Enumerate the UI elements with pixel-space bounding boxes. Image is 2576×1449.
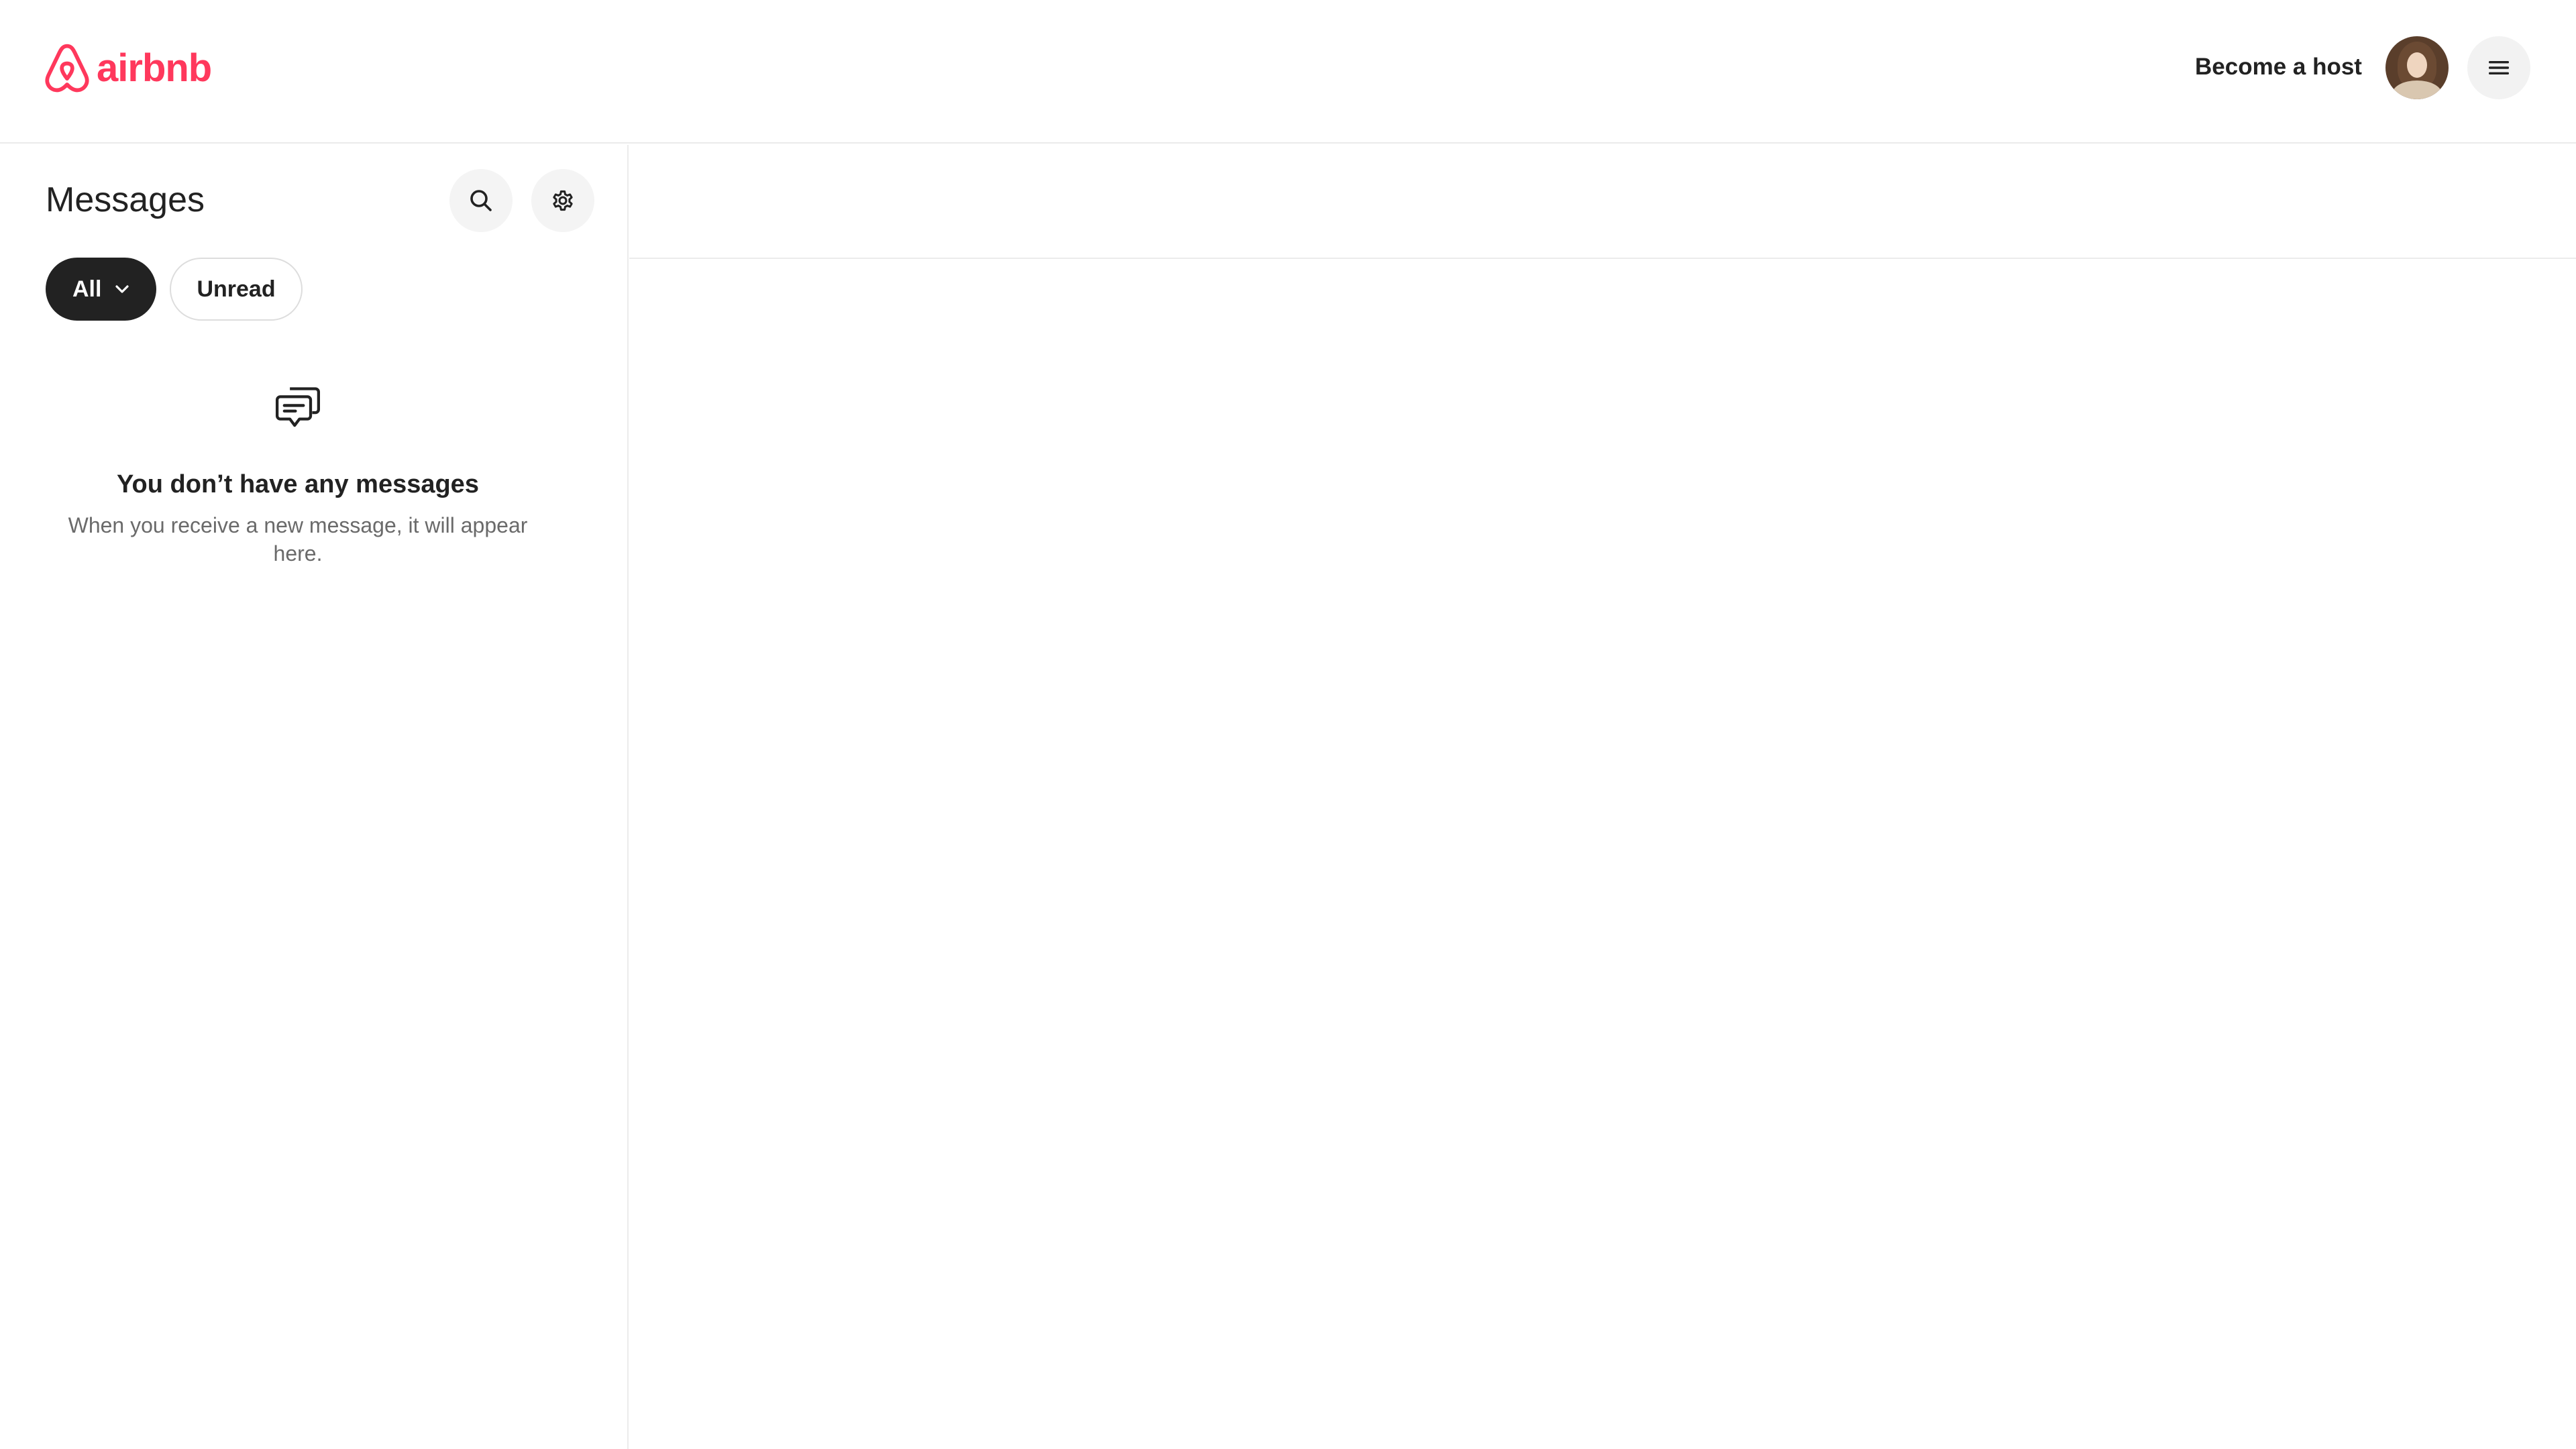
logo-wordmark: airbnb bbox=[97, 46, 212, 90]
messages-sidebar bbox=[0, 145, 629, 1449]
search-icon bbox=[470, 190, 492, 211]
main-menu-button[interactable] bbox=[2467, 36, 2530, 99]
filter-all-dropdown[interactable]: All bbox=[46, 258, 157, 321]
airbnb-belo-icon bbox=[45, 44, 89, 93]
filter-all-label: All bbox=[72, 276, 102, 302]
conversation-pane bbox=[629, 145, 2576, 1449]
hamburger-menu-icon bbox=[2489, 61, 2509, 74]
filter-unread-chip[interactable]: Unread bbox=[170, 258, 303, 321]
chat-bubbles-icon bbox=[275, 387, 321, 427]
page-title: Messages bbox=[46, 180, 205, 219]
user-avatar[interactable] bbox=[2385, 36, 2449, 99]
become-a-host-link[interactable]: Become a host bbox=[2180, 46, 2377, 89]
gear-icon bbox=[553, 190, 573, 211]
empty-state-description: When you receive a new message, it will … bbox=[68, 513, 528, 566]
airbnb-logo[interactable]: airbnb bbox=[43, 42, 212, 95]
filter-unread-label: Unread bbox=[197, 276, 276, 302]
top-navbar: airbnb Become a host bbox=[0, 0, 2576, 144]
empty-messages-state: You don’t have any messages When you rec… bbox=[46, 382, 550, 568]
message-filters: All Unread bbox=[46, 258, 303, 321]
message-settings-button[interactable] bbox=[531, 169, 594, 232]
conversation-header bbox=[629, 145, 2576, 259]
empty-state-title: You don’t have any messages bbox=[117, 470, 479, 498]
chevron-down-icon bbox=[115, 285, 129, 293]
search-messages-button[interactable] bbox=[449, 169, 513, 232]
